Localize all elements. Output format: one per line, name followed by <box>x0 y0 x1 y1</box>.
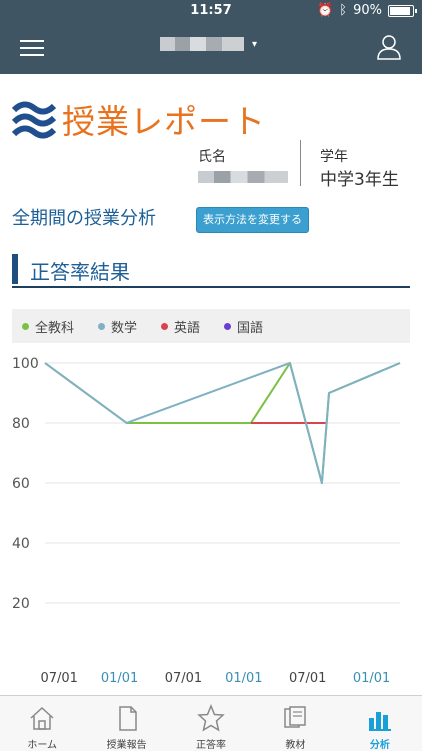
tab-bar: ホーム 授業報告 正答率 教材 分析 <box>0 695 422 751</box>
grade-label: 学年 <box>320 149 348 165</box>
x-tick-label: 01/01 <box>353 671 390 686</box>
report-title: 授業レポート <box>62 102 266 141</box>
tab-label: 正答率 <box>196 740 227 751</box>
accuracy-line-chart: 100 80 60 40 20 07/01 01/01 07/01 01/01 07/01 01/0… <box>12 356 401 686</box>
legend-dot <box>22 322 29 330</box>
y-tick-label: 60 <box>12 476 30 492</box>
bar-chart-icon <box>368 712 391 731</box>
section-heading-label: 正答率結果 <box>30 260 130 284</box>
section-heading-bar <box>12 254 18 284</box>
battery-percent: 90% <box>353 3 382 18</box>
status-right: ⏰ ᛒ 90% <box>317 3 417 18</box>
analysis-title: 全期間の授業分析 <box>12 208 156 229</box>
legend-item-english[interactable]: 英語 <box>161 317 200 336</box>
legend-item-all-subjects[interactable]: 全教科 <box>22 317 74 336</box>
document-icon <box>118 706 137 731</box>
y-tick-label: 80 <box>12 416 30 432</box>
legend-item-japanese[interactable]: 国語 <box>224 317 263 336</box>
legend-dot <box>161 322 169 330</box>
tab-analysis[interactable]: 分析 <box>338 696 422 751</box>
legend-label: 英語 <box>174 320 201 336</box>
tab-label: 授業報告 <box>106 740 147 751</box>
star-icon <box>197 704 225 732</box>
legend-dot <box>98 322 106 330</box>
y-tick-label: 40 <box>12 536 30 552</box>
tab-home[interactable]: ホーム <box>0 696 84 751</box>
x-tick-label: 07/01 <box>40 671 77 686</box>
navigation-bar: ▾ <box>0 22 422 74</box>
tab-label: 教材 <box>285 740 306 751</box>
chart-legend: 全教科 数学 英語 国語 <box>12 309 410 343</box>
y-tick-label: 20 <box>12 596 30 612</box>
name-value-redacted <box>198 171 288 183</box>
tab-label: ホーム <box>27 740 58 751</box>
status-bar: 11:57 ⏰ ᛒ 90% <box>0 0 422 22</box>
tab-lesson-report[interactable]: 授業報告 <box>84 696 168 751</box>
home-icon <box>30 706 54 730</box>
battery-icon <box>388 4 417 17</box>
bluetooth-icon: ᛒ <box>339 3 348 18</box>
legend-dot <box>224 322 232 330</box>
tab-label: 分析 <box>369 740 390 751</box>
change-display-button[interactable]: 表示方法を変更する <box>196 207 309 233</box>
books-icon <box>284 706 307 728</box>
legend-label: 国語 <box>237 320 264 336</box>
user-icon[interactable] <box>376 34 402 60</box>
tab-materials[interactable]: 教材 <box>253 696 337 751</box>
student-selector[interactable]: ▾ <box>160 37 257 51</box>
legend-item-math[interactable]: 数学 <box>98 317 137 336</box>
chevron-down-icon: ▾ <box>252 38 258 50</box>
legend-label: 全教科 <box>35 320 75 336</box>
student-name-redacted <box>160 37 244 51</box>
x-tick-label: 01/01 <box>101 671 138 686</box>
wave-logo-icon <box>12 101 56 139</box>
y-tick-label: 100 <box>12 356 39 372</box>
x-tick-label: 07/01 <box>289 671 326 686</box>
alarm-icon: ⏰ <box>317 3 334 18</box>
report-header: 授業レポート 氏名 学年 中学3年生 <box>0 95 422 195</box>
header-divider <box>300 140 301 186</box>
name-label: 氏名 <box>198 149 226 165</box>
tab-accuracy[interactable]: 正答率 <box>169 696 253 751</box>
x-tick-label: 07/01 <box>165 671 202 686</box>
grade-value: 中学3年生 <box>320 170 399 190</box>
x-tick-label: 01/01 <box>225 671 262 686</box>
hamburger-icon[interactable] <box>20 38 44 58</box>
section-heading: 正答率結果 <box>12 254 410 288</box>
legend-label: 数学 <box>111 320 138 336</box>
